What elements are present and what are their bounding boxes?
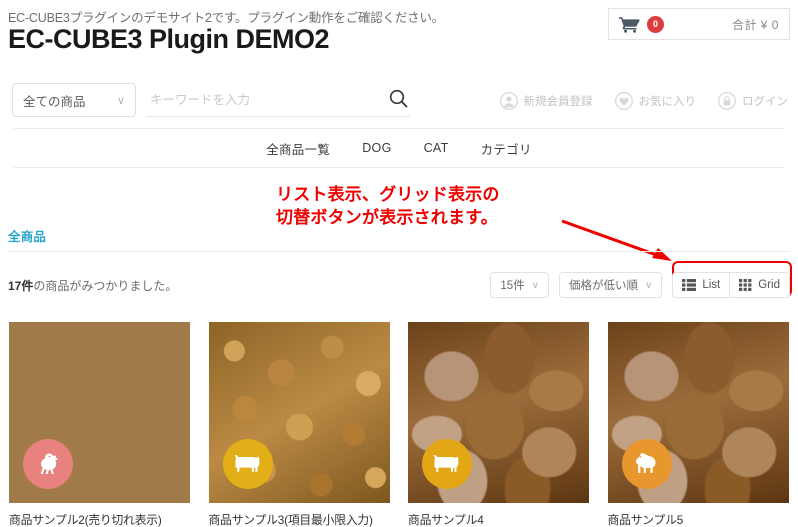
cow-icon [422,439,472,489]
nav-item-cat[interactable]: CAT [424,141,449,155]
sidebar-item-favorites[interactable]: お気に入り [614,92,697,110]
product-image[interactable] [408,322,589,503]
list-view-label: List [702,279,721,291]
result-toolbar: 17件の商品がみつかりました。 15件 ∨ 価格が低い順 ∨ List Grid [0,272,798,306]
product-title[interactable]: 商品サンプル4 [408,511,590,527]
product-title[interactable]: 商品サンプル2(売り切れ表示) [9,511,191,527]
search-bar: 全ての商品 ∨ 新規会員登録 [0,72,798,128]
search-button[interactable] [389,89,408,111]
cow-icon [222,439,273,489]
favorites-label: お気に入り [638,96,697,108]
account-links: 新規会員登録 お気に入り ログイン [499,92,788,110]
page-title: 全商品 [8,230,47,244]
product-title[interactable]: 商品サンプル5 [608,511,790,527]
category-header: 全商品 [0,226,798,252]
page-root: EC-CUBE3プラグインのデモサイト2です。プラグイン動作をご確認ください。 … [0,0,798,527]
result-count-number: 17件 [8,279,34,293]
shopping-cart-icon [619,16,640,33]
heart-icon [614,92,633,110]
toolbar: 15件 ∨ 価格が低い順 ∨ List Grid [490,272,790,298]
result-count-suffix: の商品がみつかりました。 [33,279,178,293]
header: EC-CUBE3プラグインのデモサイト2です。プラグイン動作をご確認ください。 … [0,0,798,72]
chevron-down-icon: ∨ [116,94,125,107]
sort-value: 価格が低い順 [569,280,639,292]
cart-count-badge: 0 [647,15,664,33]
product-card[interactable]: 商品サンプル5 [599,322,798,527]
sidebar-item-register[interactable]: 新規会員登録 [499,92,593,110]
sidebar-item-login[interactable]: ログイン [718,92,788,110]
annotation-text: リスト表示、グリッド表示の 切替ボタンが表示されます。 [276,185,500,227]
per-page-value: 15件 [500,280,525,292]
grid-view-button[interactable]: Grid [730,272,790,298]
product-list: 商品サンプル2(売り切れ表示) 商品サンプル3(項目最小限入力) 商品サンプル4… [0,322,798,527]
product-image[interactable] [208,322,390,503]
horse-icon [621,439,672,489]
chevron-down-icon: ∨ [531,279,540,291]
category-select-value: 全ての商品 [23,94,86,109]
lock-icon [718,92,736,110]
list-view-button[interactable]: List [672,272,731,298]
product-image[interactable] [607,322,789,503]
category-select[interactable]: 全ての商品 ∨ [12,83,136,117]
product-card[interactable]: 商品サンプル2(売り切れ表示) [0,322,200,527]
site-title: EC-CUBE3 Plugin DEMO2 [8,24,330,54]
result-count-text: 17件の商品がみつかりました。 [8,277,177,294]
register-label: 新規会員登録 [523,96,593,108]
list-view-icon [682,279,697,291]
cart-summary[interactable]: 0 合計 ¥ 0 [608,8,790,40]
grid-view-icon [739,279,752,291]
nav-item-dog[interactable]: DOG [362,141,391,155]
divider [8,251,790,252]
product-image[interactable] [9,322,190,503]
nav-item-all-products[interactable]: 全商品一覧 [266,139,330,158]
product-card[interactable]: 商品サンプル3(項目最小限入力) [200,322,400,527]
keyword-search-field[interactable] [146,83,410,117]
search-icon [389,89,408,108]
login-label: ログイン [742,96,788,108]
search-input[interactable] [146,92,376,107]
chevron-down-icon: ∨ [645,279,653,291]
chicken-icon [23,439,73,489]
user-icon [499,92,518,110]
main-navigation: 全商品一覧 DOG CAT カテゴリ [14,128,784,168]
view-switch-buttons: List Grid [672,272,790,298]
nav-item-category[interactable]: カテゴリ [481,139,532,158]
cart-total-label: 合計 ¥ 0 [731,17,779,32]
per-page-select[interactable]: 15件 ∨ [490,272,550,298]
product-card[interactable]: 商品サンプル4 [399,322,599,527]
product-title[interactable]: 商品サンプル3(項目最小限入力) [209,511,391,527]
sort-select[interactable]: 価格が低い順 ∨ [559,272,663,298]
grid-view-label: Grid [758,279,780,291]
